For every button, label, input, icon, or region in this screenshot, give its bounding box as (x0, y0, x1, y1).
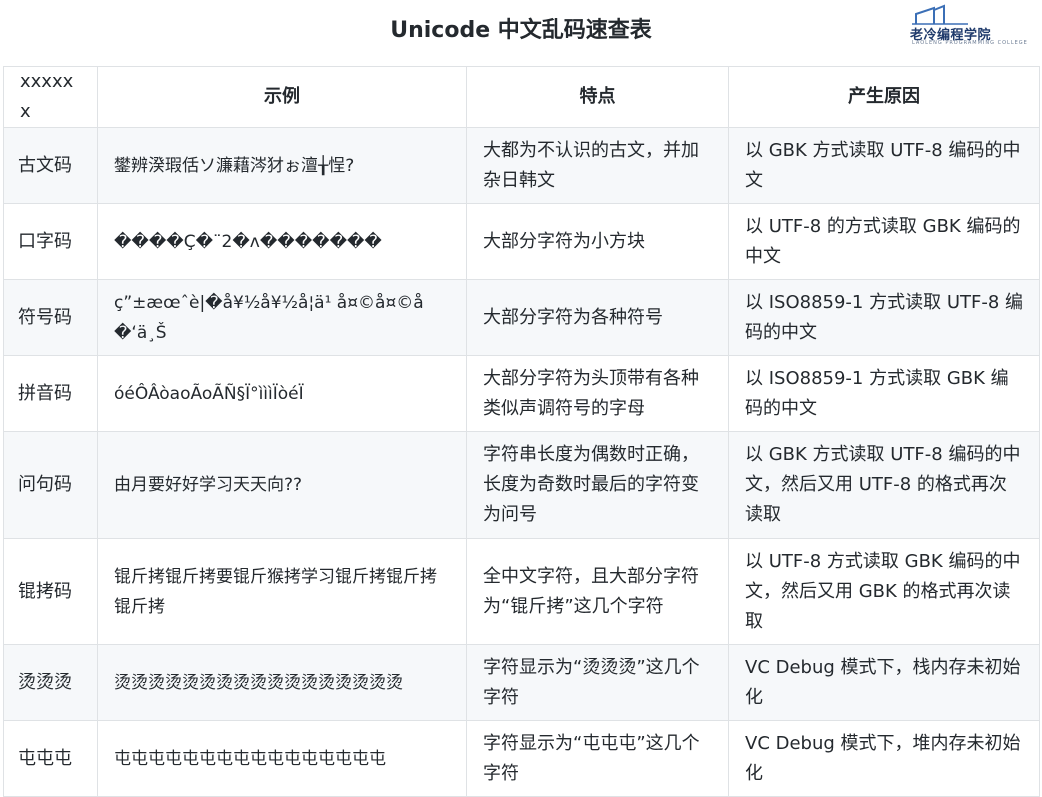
header-cause: 产生原因 (728, 66, 1040, 128)
table-row: 符号码 ç”±æœˆè|�å¥½å¥½å­¦ä¹ å¤©å¤©å�‘ä¸Š 大部… (3, 279, 1040, 356)
row-feature: 大都为不认识的古文，并加杂日韩文 (466, 127, 729, 204)
row-name: 问句码 (3, 431, 98, 539)
row-name: 口字码 (3, 203, 98, 280)
row-example: 鐢辨湀瑕佸ソ濂藉涔犲ぉ澶╁悜? (97, 127, 467, 204)
table-row: 屯屯屯 屯屯屯屯屯屯屯屯屯屯屯屯屯屯屯屯 字符显示为“屯屯屯”这几个字符 VC … (3, 720, 1040, 797)
row-name: 烫烫烫 (3, 644, 98, 721)
page-title: Unicode 中文乱码速查表 (390, 18, 652, 43)
row-cause: VC Debug 模式下，堆内存未初始化 (728, 720, 1040, 797)
row-name: 符号码 (3, 279, 98, 356)
row-feature: 大部分字符为小方块 (466, 203, 729, 280)
row-example: 烫烫烫烫烫烫烫烫烫烫烫烫烫烫烫烫烫 (97, 644, 467, 721)
row-feature: 字符显示为“屯屯屯”这几个字符 (466, 720, 729, 797)
row-feature: 全中文字符，且大部分字符为“锟斤拷”这几个字符 (466, 538, 729, 645)
table-row: 锟拷码 锟斤拷锟斤拷要锟斤猴拷学习锟斤拷锟斤拷锟斤拷 全中文字符，且大部分字符为… (3, 538, 1040, 645)
row-name: 锟拷码 (3, 538, 98, 645)
row-feature: 字符显示为“烫烫烫”这几个字符 (466, 644, 729, 721)
row-example: ç”±æœˆè|�å¥½å¥½å­¦ä¹ å¤©å¤©å�‘ä¸Š (97, 279, 467, 356)
row-feature: 大部分字符为头顶带有各种类似声调符号的字母 (466, 355, 729, 432)
row-cause: VC Debug 模式下，栈内存未初始化 (728, 644, 1040, 721)
row-cause: 以 UTF-8 的方式读取 GBK 编码的中文 (728, 203, 1040, 280)
row-cause: 以 ISO8859-1 方式读取 GBK 编码的中文 (728, 355, 1040, 432)
header-example: 示例 (97, 66, 467, 128)
table-row: 古文码 鐢辨湀瑕佸ソ濂藉涔犲ぉ澶╁悜? 大都为不认识的古文，并加杂日韩文 以 G… (3, 127, 1040, 204)
row-cause: 以 ISO8859-1 方式读取 UTF-8 编码的中文 (728, 279, 1040, 356)
table-row: 拼音码 óéÔÂòaoÃoÃÑ§Ï°ìììÏòéÏ 大部分字符为头顶带有各种类似… (3, 355, 1040, 432)
row-cause: 以 UTF-8 方式读取 GBK 编码的中文，然后又用 GBK 的格式再次读取 (728, 538, 1040, 645)
row-example: óéÔÂòaoÃoÃÑ§Ï°ìììÏòéÏ (97, 355, 467, 432)
logo-subtext: LAOLENG PROGRAMMING COLLEGE (912, 40, 1028, 46)
table-row: 问句码 由月要好好学习天天向?? 字符串长度为偶数时正确，长度为奇数时最后的字符… (3, 431, 1040, 539)
row-name: 屯屯屯 (3, 720, 98, 797)
garbled-code-table: xxxxxx 示例 特点 产生原因 古文码 鐢辨湀瑕佸ソ濂藉涔犲ぉ澶╁悜? 大都… (3, 66, 1040, 797)
row-feature: 字符串长度为偶数时正确，长度为奇数时最后的字符变为问号 (466, 431, 729, 539)
header-row: xxxxxx 示例 特点 产生原因 (3, 66, 1040, 128)
row-example: ����Ç�¨2�ʌ������� (97, 203, 467, 280)
table-row: 口字码 ����Ç�¨2�ʌ������� 大部分字符为小方块 以 UTF-8 … (3, 203, 1040, 280)
row-example: 锟斤拷锟斤拷要锟斤猴拷学习锟斤拷锟斤拷锟斤拷 (97, 538, 467, 645)
row-cause: 以 GBK 方式读取 UTF-8 编码的中文，然后又用 UTF-8 的格式再次读… (728, 431, 1040, 539)
row-cause: 以 GBK 方式读取 UTF-8 编码的中文 (728, 127, 1040, 204)
row-example: 屯屯屯屯屯屯屯屯屯屯屯屯屯屯屯屯 (97, 720, 467, 797)
table-row: 烫烫烫 烫烫烫烫烫烫烫烫烫烫烫烫烫烫烫烫烫 字符显示为“烫烫烫”这几个字符 VC… (3, 644, 1040, 721)
header-feature: 特点 (466, 66, 729, 128)
row-feature: 大部分字符为各种符号 (466, 279, 729, 356)
logo: 老冷编程学院 LAOLENG PROGRAMMING COLLEGE (906, 4, 1034, 48)
logo-building-icon (912, 4, 968, 25)
header-name: xxxxxx (3, 66, 98, 128)
row-name: 古文码 (3, 127, 98, 204)
row-example: 由月要好好学习天天向?? (97, 431, 467, 539)
row-name: 拼音码 (3, 355, 98, 432)
